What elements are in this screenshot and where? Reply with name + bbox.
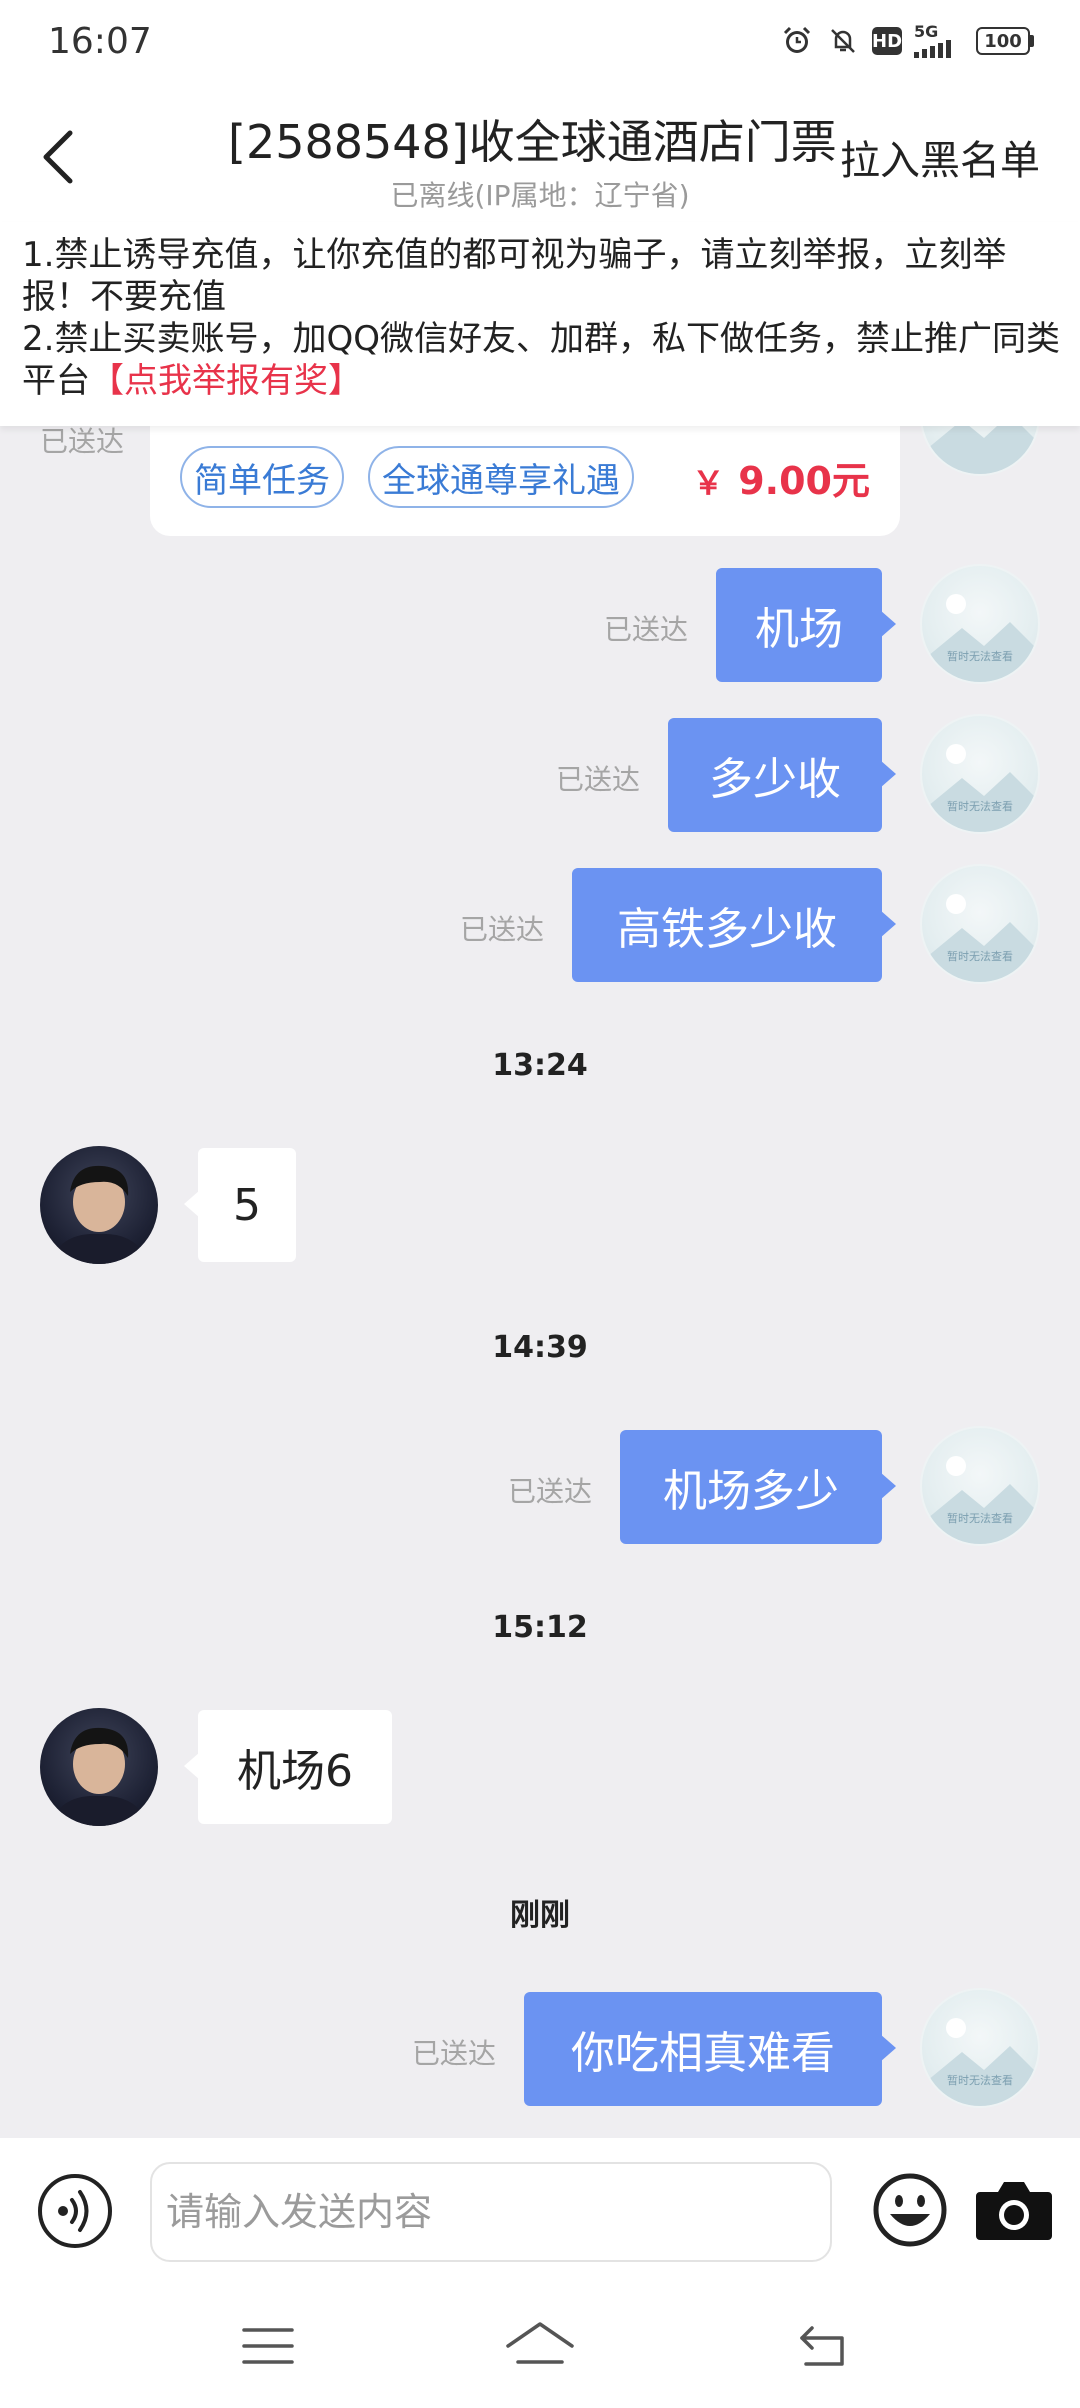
- chat-header: [2588548]收全球通酒店门票 已离线(IP属地：辽宁省) 拉入黑名单: [0, 82, 1080, 222]
- message-bubble-out[interactable]: 机场多少: [620, 1430, 896, 1544]
- avatar[interactable]: 暂时无法查看: [920, 564, 1040, 684]
- warning-notice: 1.禁止诱导充值，让你充值的都可视为骗子，请立刻举报，立刻举报！不要充值 2.禁…: [0, 222, 1080, 426]
- voice-icon: [38, 2174, 112, 2248]
- message-timestamp: 15:12: [492, 1610, 588, 1645]
- back-nav-button[interactable]: [790, 2318, 854, 2374]
- image-placeholder-icon: [922, 426, 1038, 474]
- message-bubble-out[interactable]: 多少收: [668, 718, 896, 832]
- report-link[interactable]: 【点我举报有奖】: [90, 361, 362, 401]
- image-placeholder-icon: [922, 1456, 1038, 1544]
- avatar-caption: 暂时无法查看: [947, 1512, 1013, 1525]
- message-timestamp: 14:39: [492, 1330, 588, 1365]
- avatar[interactable]: 暂时无法查看: [920, 1988, 1040, 2108]
- system-nav-bar: [0, 2288, 1080, 2408]
- message-timestamp: 13:24: [492, 1048, 588, 1083]
- blacklist-button[interactable]: 拉入黑名单: [840, 128, 1040, 186]
- message-timestamp: 刚刚: [510, 1898, 570, 1933]
- avatar-caption: 暂时无法查看: [947, 950, 1013, 963]
- message-bubble-out[interactable]: 机场: [716, 568, 896, 682]
- input-bar: [0, 2138, 1080, 2288]
- voice-button[interactable]: [36, 2172, 114, 2250]
- status-icons: HD 5G 100: [780, 24, 1034, 58]
- task-price: ￥ 9.00元: [692, 450, 870, 505]
- sent-status: 已送达: [40, 426, 125, 458]
- emoji-button[interactable]: [872, 2172, 948, 2248]
- menu-button[interactable]: [236, 2318, 300, 2374]
- message-bubble-out[interactable]: 高铁多少收: [572, 868, 896, 982]
- task-tag: 全球通尊享礼遇: [368, 446, 634, 508]
- sent-status: 已送达: [508, 1475, 593, 1508]
- avatar[interactable]: [920, 426, 1040, 476]
- home-button[interactable]: [504, 2318, 576, 2374]
- camera-button[interactable]: [974, 2174, 1054, 2246]
- image-placeholder-icon: [922, 894, 1038, 982]
- camera-icon: [976, 2182, 1052, 2240]
- network-type: 5G: [914, 22, 939, 41]
- avatar[interactable]: [40, 1146, 158, 1264]
- currency-symbol: ￥: [692, 464, 725, 502]
- message-bubble-in[interactable]: 机场6: [184, 1710, 392, 1824]
- sent-status: 已送达: [604, 613, 689, 646]
- battery-icon: 100: [976, 27, 1034, 55]
- status-time: 16:07: [48, 20, 152, 62]
- hd-icon: HD: [872, 27, 902, 55]
- image-placeholder-icon: [922, 594, 1038, 682]
- avatar-caption: 暂时无法查看: [947, 650, 1013, 663]
- image-placeholder-icon: [922, 2018, 1038, 2106]
- page-title: [2588548]收全球通酒店门票: [228, 115, 837, 169]
- notice-line-2: 2.禁止买卖账号，加QQ微信好友、加群，私下做任务，禁止推广同类平台【点我举报有…: [22, 318, 1060, 402]
- avatar[interactable]: [40, 1708, 158, 1826]
- avatar-caption: 暂时无法查看: [947, 2074, 1013, 2087]
- bell-muted-icon: [826, 24, 860, 58]
- chat-messages[interactable]: 已送达 简单任务 全球通尊享礼遇 ￥ 9.00元 已送达 机场 暂时无法查看 已送…: [0, 426, 1080, 2138]
- emoji-icon: [873, 2173, 947, 2247]
- person-photo: [50, 1165, 148, 1264]
- message-input[interactable]: [150, 2162, 832, 2262]
- status-bar: 16:07 HD 5G 100: [0, 0, 1080, 82]
- person-photo: [50, 1727, 148, 1826]
- menu-icon: [242, 2328, 294, 2364]
- avatar[interactable]: 暂时无法查看: [920, 1426, 1040, 1546]
- task-tag: 简单任务: [180, 446, 344, 508]
- alarm-icon: [780, 24, 814, 58]
- avatar-caption: 暂时无法查看: [947, 800, 1013, 813]
- sent-status: 已送达: [556, 763, 641, 796]
- message-bubble-in[interactable]: 5: [184, 1148, 296, 1262]
- battery-level: 100: [976, 27, 1030, 55]
- price-value: 9.00元: [738, 459, 870, 503]
- signal-icon: 5G: [914, 24, 964, 58]
- task-card[interactable]: 简单任务 全球通尊享礼遇 ￥ 9.00元: [150, 426, 900, 536]
- back-arrow-icon: [800, 2326, 844, 2366]
- sent-status: 已送达: [460, 913, 545, 946]
- sent-status: 已送达: [412, 2037, 497, 2070]
- avatar[interactable]: 暂时无法查看: [920, 864, 1040, 984]
- notice-line-1: 1.禁止诱导充值，让你充值的都可视为骗子，请立刻举报，立刻举报！不要充值: [22, 235, 1007, 317]
- image-placeholder-icon: [922, 744, 1038, 832]
- message-bubble-out[interactable]: 你吃相真难看: [524, 1992, 896, 2106]
- avatar[interactable]: 暂时无法查看: [920, 714, 1040, 834]
- home-icon: [506, 2322, 574, 2364]
